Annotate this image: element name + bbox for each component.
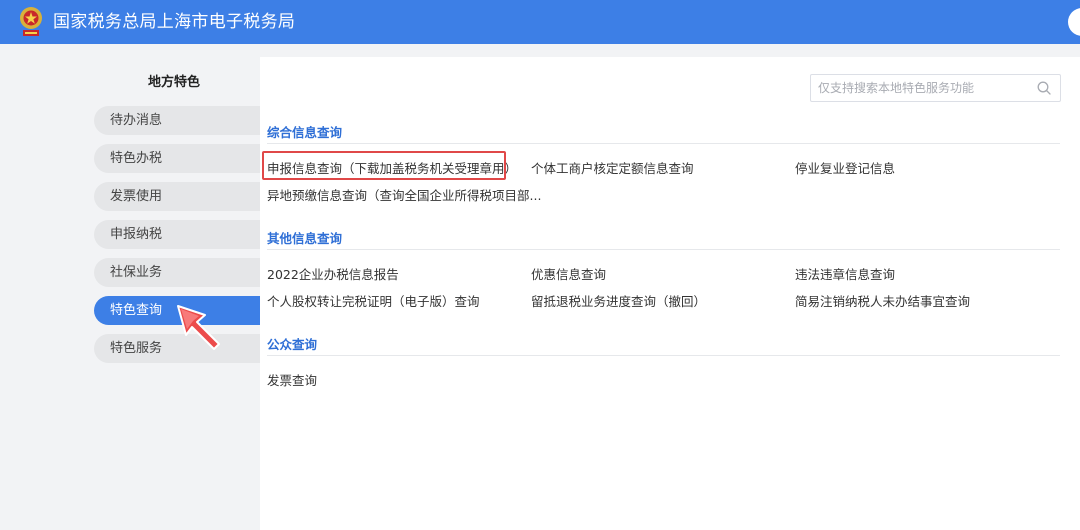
search-icon[interactable] xyxy=(1036,80,1052,96)
link-invoice-query[interactable]: 发票查询 xyxy=(267,370,317,389)
sidebar-item-invoice-use[interactable]: 发票使用 xyxy=(94,182,260,211)
link-equity-transfer-certificate-query[interactable]: 个人股权转让完税证明（电子版）查询 xyxy=(267,291,480,310)
sidebar: 地方特色 待办消息 特色办税 发票使用 申报纳税 社保业务 特色查询 特色服务 xyxy=(0,44,260,530)
section-divider xyxy=(267,355,1060,356)
sidebar-item-tax-filing[interactable]: 申报纳税 xyxy=(94,220,260,249)
section-divider xyxy=(267,249,1060,250)
section-title-other: 其他信息查询 xyxy=(267,231,343,246)
tax-emblem-icon xyxy=(20,7,42,36)
section-title-public: 公众查询 xyxy=(267,337,318,352)
sidebar-item-social-security[interactable]: 社保业务 xyxy=(94,258,260,287)
link-offsite-prepayment-query[interactable]: 异地预缴信息查询（查询全国企业所得税项目部... xyxy=(267,185,541,204)
search-input[interactable] xyxy=(811,75,1031,101)
link-violation-info-query[interactable]: 违法违章信息查询 xyxy=(795,264,895,283)
section-title-comprehensive: 综合信息查询 xyxy=(267,125,343,140)
sidebar-item-special-tax[interactable]: 特色办税 xyxy=(94,144,260,173)
link-tax-refund-progress-query[interactable]: 留抵退税业务进度查询（撤回） xyxy=(531,291,706,310)
link-suspension-resumption-info[interactable]: 停业复业登记信息 xyxy=(795,158,895,177)
link-simple-deregistration-query[interactable]: 简易注销纳税人未办结事宜查询 xyxy=(795,291,970,310)
link-preferential-info-query[interactable]: 优惠信息查询 xyxy=(531,264,606,283)
user-avatar[interactable] xyxy=(1068,8,1080,36)
pointer-arrow-icon xyxy=(177,305,220,350)
highlight-annotation xyxy=(262,151,506,180)
sidebar-item-todo-messages[interactable]: 待办消息 xyxy=(94,106,260,135)
link-2022-enterprise-report[interactable]: 2022企业办税信息报告 xyxy=(267,264,399,283)
site-title: 国家税务总局上海市电子税务局 xyxy=(53,12,296,32)
top-header: 国家税务总局上海市电子税务局 xyxy=(0,0,1080,44)
sidebar-title: 地方特色 xyxy=(147,75,200,90)
link-individual-business-quota-query[interactable]: 个体工商户核定定额信息查询 xyxy=(531,158,694,177)
search-box[interactable] xyxy=(810,74,1061,102)
section-divider xyxy=(267,143,1060,144)
main-panel: 综合信息查询 申报信息查询（下载加盖税务机关受理章用） 个体工商户核定定额信息查… xyxy=(260,57,1080,530)
